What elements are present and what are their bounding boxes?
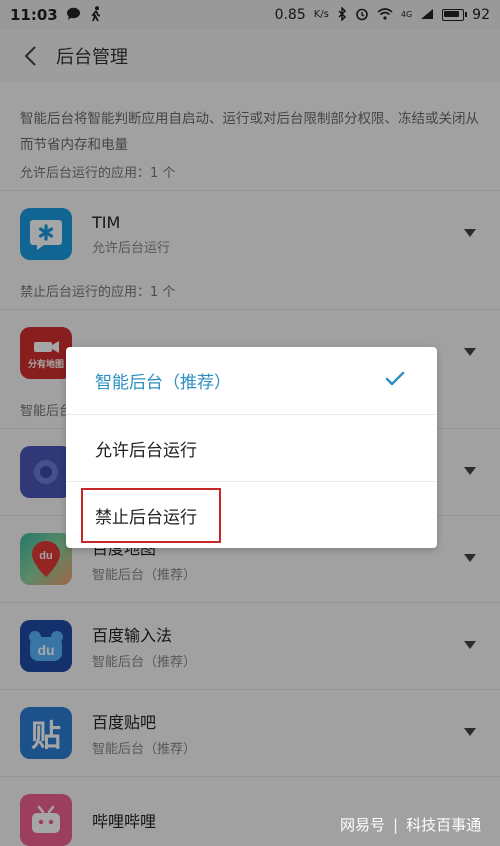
watermark-account: 科技百事通 (406, 816, 482, 834)
option-allow-background[interactable]: 允许后台运行 (66, 414, 437, 481)
option-label: 智能后台（推荐） (95, 373, 231, 393)
watermark-brand: 网易号 (340, 816, 386, 834)
option-forbid-background[interactable]: 禁止后台运行 (66, 481, 437, 548)
annotation-highlight-box (81, 488, 221, 543)
option-smart-background[interactable]: 智能后台（推荐） (66, 347, 437, 414)
option-label: 允许后台运行 (95, 440, 197, 461)
watermark: 网易号 | 科技百事通 (340, 814, 481, 835)
background-mode-dialog: 智能后台（推荐） 允许后台运行 禁止后台运行 (66, 347, 437, 548)
checkmark-icon (385, 371, 405, 392)
watermark-separator: | (393, 815, 399, 834)
